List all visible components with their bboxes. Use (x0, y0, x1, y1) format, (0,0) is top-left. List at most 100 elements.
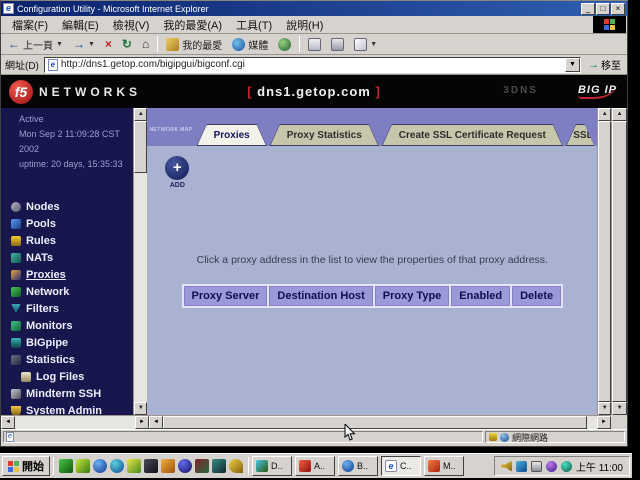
restore-button[interactable]: □ (596, 3, 610, 15)
sidebar-item-label: Pools (26, 218, 56, 230)
sidebar-hscrollbar[interactable]: ◄ ► (1, 415, 149, 429)
tab-proxy-statistics[interactable]: Proxy Statistics (270, 124, 379, 146)
taskbar-window-button[interactable]: D.. (252, 456, 292, 476)
sidebar-item-label: BIGpipe (26, 337, 68, 349)
tray-icon[interactable] (516, 461, 527, 472)
browser-window: e Configuration Utility - Microsoft Inte… (0, 0, 628, 447)
scrollbar-thumb[interactable] (163, 416, 587, 429)
quick-launch-icon[interactable] (195, 459, 209, 473)
minimize-button[interactable]: _ (581, 3, 595, 15)
tab-proxies[interactable]: Proxies (197, 124, 267, 146)
add-proxy-button[interactable]: + ADD (165, 156, 189, 189)
add-icon: + (165, 156, 189, 180)
menu-view[interactable]: 檢視(V) (106, 17, 157, 33)
network-map-button[interactable]: NETWORK MAP (149, 118, 192, 136)
print-button[interactable] (327, 35, 348, 53)
menu-help[interactable]: 說明(H) (279, 17, 330, 33)
network-icon (11, 287, 21, 297)
content-scrollbar[interactable]: ▲ ▼ (597, 108, 611, 415)
forward-button[interactable]: → ▼ (69, 35, 99, 53)
quick-launch-icon[interactable] (59, 459, 73, 473)
favorites-button[interactable]: 我的最愛 (162, 35, 226, 53)
quick-launch-icon[interactable] (127, 459, 141, 473)
quick-launch-icon[interactable] (161, 459, 175, 473)
scroll-down-icon[interactable]: ▼ (598, 402, 611, 415)
tab-install-ssl-certificate[interactable]: Install SSL Certifi (566, 124, 594, 146)
back-button[interactable]: ← 上一頁 ▼ (4, 35, 67, 53)
edit-dropdown-icon[interactable]: ▼ (370, 41, 377, 48)
scroll-up-icon[interactable]: ▲ (598, 108, 611, 121)
taskbar-clock: 上午 11:00 (576, 459, 623, 474)
scroll-down-icon[interactable]: ▼ (612, 402, 627, 415)
address-dropdown-icon[interactable]: ▼ (565, 58, 580, 72)
quick-launch-bar (57, 459, 245, 473)
sidebar-item-monitors[interactable]: Monitors (1, 317, 133, 334)
sidebar-item-system-admin[interactable]: System Admin (1, 402, 133, 415)
quick-launch-icon[interactable] (144, 459, 158, 473)
history-button[interactable] (274, 35, 295, 53)
volume-icon[interactable] (501, 461, 512, 472)
quick-launch-icon[interactable] (110, 459, 124, 473)
sidebar-item-filters[interactable]: Filters (1, 300, 133, 317)
scroll-left-icon[interactable]: ◄ (1, 416, 15, 429)
quick-launch-icon[interactable] (76, 459, 90, 473)
sidebar-scrollbar[interactable]: ▲ ▼ (133, 108, 147, 415)
scrollbar-thumb[interactable] (612, 121, 627, 402)
menu-tools[interactable]: 工具(T) (229, 17, 279, 33)
scrollbar-thumb[interactable] (598, 121, 611, 402)
quick-launch-icon[interactable] (178, 459, 192, 473)
tab-create-ssl-certificate-request[interactable]: Create SSL Certificate Request (382, 124, 563, 146)
favorites-label: 我的最愛 (182, 37, 222, 52)
scrollbar-thumb[interactable] (134, 121, 147, 173)
scroll-right-icon[interactable]: ► (597, 416, 611, 429)
sidebar-item-pools[interactable]: Pools (1, 215, 133, 232)
sidebar-item-mindterm-ssh[interactable]: Mindterm SSH (1, 385, 133, 402)
refresh-button[interactable]: ↻ (118, 35, 136, 53)
tray-icon[interactable] (561, 461, 572, 472)
scroll-up-icon[interactable]: ▲ (134, 108, 147, 121)
quick-launch-icon[interactable] (212, 459, 226, 473)
menu-edit[interactable]: 編輯(E) (55, 17, 106, 33)
display-icon[interactable] (531, 461, 542, 472)
sidebar-item-network[interactable]: Network (1, 283, 133, 300)
sidebar-item-rules[interactable]: Rules (1, 232, 133, 249)
home-button[interactable]: ⌂ (138, 35, 153, 53)
taskbar-window-button[interactable]: A.. (295, 456, 335, 476)
media-button[interactable]: 媒體 (228, 35, 272, 53)
scroll-right-icon[interactable]: ► (135, 416, 149, 429)
back-icon: ← (8, 38, 20, 50)
stop-button[interactable]: × (101, 35, 116, 53)
quick-launch-icon[interactable] (93, 459, 107, 473)
scroll-up-icon[interactable]: ▲ (612, 108, 627, 121)
tray-icon[interactable] (546, 461, 557, 472)
content-hscrollbar[interactable]: ◄ ► (149, 415, 611, 429)
sidebar-item-nats[interactable]: NATs (1, 249, 133, 266)
taskbar-window-button[interactable]: B.. (338, 456, 378, 476)
taskbar-window-button-active[interactable]: e C.. (381, 456, 421, 476)
window-button-label: C.. (400, 461, 412, 471)
quick-launch-icon[interactable] (229, 459, 243, 473)
scroll-left-icon[interactable]: ◄ (149, 416, 163, 429)
close-button[interactable]: × (611, 3, 625, 15)
tab-label: Install SSL Certifi (567, 125, 594, 145)
window-scrollbar[interactable]: ▲ ▼ (611, 108, 627, 415)
sidebar-item-proxies[interactable]: Proxies (1, 266, 133, 283)
menu-file[interactable]: 檔案(F) (5, 17, 55, 33)
edit-button[interactable]: ▼ (350, 35, 381, 53)
taskbar-separator (248, 457, 249, 475)
taskbar-separator (53, 457, 54, 475)
refresh-icon: ↻ (122, 38, 132, 50)
menu-favorites[interactable]: 我的最愛(A) (156, 17, 229, 33)
sidebar-item-nodes[interactable]: Nodes (1, 198, 133, 215)
sidebar-item-log-files[interactable]: Log Files (1, 368, 133, 385)
back-dropdown-icon[interactable]: ▼ (56, 41, 63, 48)
mail-button[interactable] (304, 35, 325, 53)
start-button[interactable]: 開始 (2, 456, 50, 476)
forward-dropdown-icon[interactable]: ▼ (88, 41, 95, 48)
sidebar-item-statistics[interactable]: Statistics (1, 351, 133, 368)
taskbar-window-button[interactable]: M.. (424, 456, 464, 476)
sidebar-item-bigpipe[interactable]: BIGpipe (1, 334, 133, 351)
go-button[interactable]: → 移至 (584, 56, 625, 74)
scroll-down-icon[interactable]: ▼ (134, 402, 147, 415)
url-input[interactable] (61, 59, 565, 70)
